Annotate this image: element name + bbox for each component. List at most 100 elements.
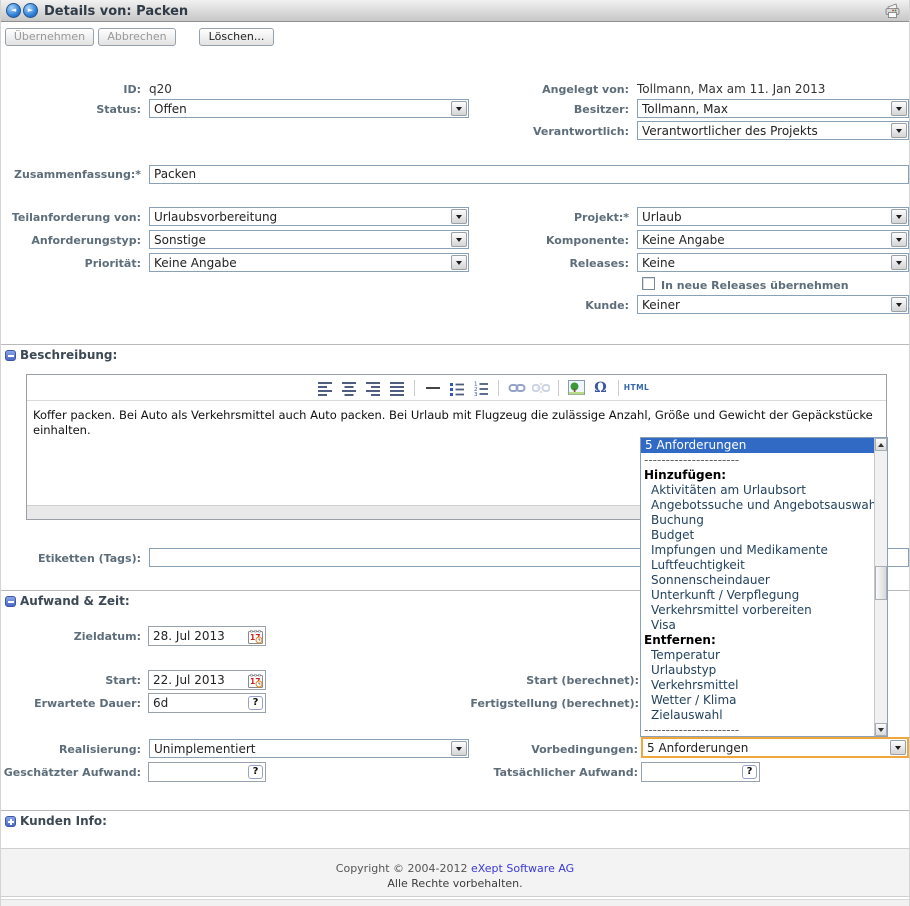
realization-select-value: Unimplementiert <box>150 742 451 756</box>
dropdown-option[interactable]: Impfungen und Medikamente <box>641 543 874 558</box>
rights-text: Alle Rechte vorbehalten. <box>1 877 909 890</box>
toolbar-separator <box>558 380 559 396</box>
dropdown-option[interactable]: Urlaubstyp <box>641 663 874 678</box>
dropdown-option[interactable]: Verkehrsmittel vorbereiten <box>641 603 874 618</box>
page-footer: Copyright © 2004-2012 eXept Software AG … <box>1 848 909 897</box>
releases-label: Releases: <box>381 257 629 270</box>
project-label: Projekt:* <box>381 211 629 224</box>
new-releases-checkbox-label: In neue Releases übernehmen <box>661 279 849 292</box>
company-link[interactable]: eXept Software AG <box>471 862 574 875</box>
align-right-icon[interactable] <box>363 378 382 397</box>
forward-icon[interactable]: ► <box>23 3 38 18</box>
help-icon[interactable]: ? <box>742 765 757 779</box>
align-justify-icon[interactable] <box>387 378 406 397</box>
dropdown-option[interactable]: Budget <box>641 528 874 543</box>
cancel-button[interactable]: Abbrechen <box>98 28 176 46</box>
target-date-label: Zieldatum: <box>1 630 141 643</box>
chevron-down-icon <box>890 740 906 755</box>
customer-info-section-header: Kunden Info: <box>20 814 107 828</box>
releases-select-value: Keine <box>638 256 891 270</box>
collapse-icon[interactable] <box>5 596 16 607</box>
copyright-line: Copyright © 2004-2012 eXept Software AG <box>1 862 909 875</box>
scrollbar-thumb[interactable] <box>875 566 887 600</box>
dropdown-option[interactable]: Unterkunft / Verpflegung <box>641 588 874 603</box>
releases-select[interactable]: Keine <box>637 253 909 272</box>
new-releases-checkbox[interactable] <box>642 277 655 290</box>
editor-toolbar: 123 Ω HTML <box>27 375 886 401</box>
dropdown-option[interactable]: Zielauswahl <box>641 708 874 723</box>
toolbar-separator <box>414 380 415 396</box>
chevron-down-icon <box>891 255 907 270</box>
remove-link-icon[interactable] <box>531 378 550 397</box>
page-title: Details von: Packen <box>44 4 188 19</box>
preconditions-dropdown-list: 5 Anforderungen ---------------------- H… <box>640 437 888 737</box>
help-icon[interactable]: ? <box>248 696 263 710</box>
dropdown-option[interactable]: Wetter / Klima <box>641 693 874 708</box>
preconditions-select[interactable]: 5 Anforderungen <box>641 737 909 758</box>
dropdown-option[interactable]: Buchung <box>641 513 874 528</box>
apply-button[interactable]: Übernehmen <box>5 28 94 46</box>
title-bar: ◄ ► Details von: Packen <box>1 0 909 22</box>
dropdown-scrollbar[interactable] <box>874 438 887 736</box>
align-center-icon[interactable] <box>339 378 358 397</box>
owner-select-value: Tollmann, Max <box>638 102 891 116</box>
summary-input[interactable]: Packen <box>149 165 909 184</box>
insert-link-icon[interactable] <box>507 378 526 397</box>
component-select[interactable]: Keine Angabe <box>637 230 909 249</box>
scroll-down-icon[interactable] <box>875 723 887 736</box>
delete-button[interactable]: Löschen... <box>199 28 274 46</box>
expected-duration-label: Erwartete Dauer: <box>1 697 141 710</box>
dropdown-group-header: Hinzufügen: <box>641 468 874 483</box>
responsible-select-value: Verantwortlicher des Projekts <box>638 124 891 138</box>
scroll-up-icon[interactable] <box>875 438 887 451</box>
responsible-select[interactable]: Verantwortlicher des Projekts <box>637 121 909 140</box>
dropdown-option[interactable]: Visa <box>641 618 874 633</box>
chevron-down-icon <box>891 297 907 312</box>
status-label: Status: <box>1 103 141 116</box>
collapse-icon[interactable] <box>5 350 16 361</box>
align-left-icon[interactable] <box>315 378 334 397</box>
horizontal-rule-icon[interactable] <box>423 378 442 397</box>
estimated-effort-label: Geschätzter Aufwand: <box>1 766 141 779</box>
dropdown-option[interactable]: Verkehrsmittel <box>641 678 874 693</box>
expand-icon[interactable] <box>5 816 16 827</box>
dropdown-group-header: Entfernen: <box>641 633 874 648</box>
requirement-type-label: Anforderungstyp: <box>1 234 141 247</box>
help-icon[interactable]: ? <box>248 765 263 779</box>
start-date-input[interactable]: 22. Jul 2013 17 <box>148 670 266 690</box>
html-source-button[interactable]: HTML <box>627 378 646 397</box>
dropdown-separator: ---------------------- <box>641 453 874 468</box>
chevron-down-icon <box>891 123 907 138</box>
estimated-effort-input[interactable]: ? <box>148 762 266 782</box>
owner-select[interactable]: Tollmann, Max <box>637 99 909 118</box>
dropdown-option[interactable]: Luftfeuchtigkeit <box>641 558 874 573</box>
project-select-value: Urlaub <box>638 210 891 224</box>
bullet-list-icon[interactable] <box>447 378 466 397</box>
back-icon[interactable]: ◄ <box>6 3 21 18</box>
numbered-list-icon[interactable]: 123 <box>471 378 490 397</box>
calendar-icon[interactable]: 17 <box>248 629 263 644</box>
target-date-input[interactable]: 28. Jul 2013 17 <box>148 626 266 646</box>
dropdown-option[interactable]: Aktivitäten am Urlaubsort <box>641 483 874 498</box>
chevron-down-icon <box>891 101 907 116</box>
insert-image-icon[interactable] <box>567 378 586 397</box>
calendar-icon[interactable]: 17 <box>248 673 263 688</box>
customer-label: Kunde: <box>381 299 629 312</box>
actual-effort-input[interactable]: ? <box>641 762 760 782</box>
special-character-icon[interactable]: Ω <box>591 378 610 397</box>
start-date-label: Start: <box>1 674 141 687</box>
id-value: q20 <box>149 82 172 96</box>
dropdown-option[interactable]: Angebotssuche und Angebotsauswahl <box>641 498 874 513</box>
component-select-value: Keine Angabe <box>638 233 891 247</box>
chevron-down-icon <box>891 209 907 224</box>
start-calculated-label: Start (berechnet): <box>421 674 639 687</box>
dropdown-option[interactable]: Sonnenscheindauer <box>641 573 874 588</box>
dropdown-option[interactable]: Temperatur <box>641 648 874 663</box>
dropdown-option-selected[interactable]: 5 Anforderungen <box>641 438 874 453</box>
customer-select[interactable]: Keiner <box>637 295 909 314</box>
project-select[interactable]: Urlaub <box>637 207 909 226</box>
expected-duration-input[interactable]: 6d ? <box>148 693 266 713</box>
description-text[interactable]: Koffer packen. Bei Auto als Verkehrsmitt… <box>33 408 882 438</box>
created-by-label: Angelegt von: <box>381 83 629 96</box>
print-icon[interactable] <box>883 2 902 23</box>
